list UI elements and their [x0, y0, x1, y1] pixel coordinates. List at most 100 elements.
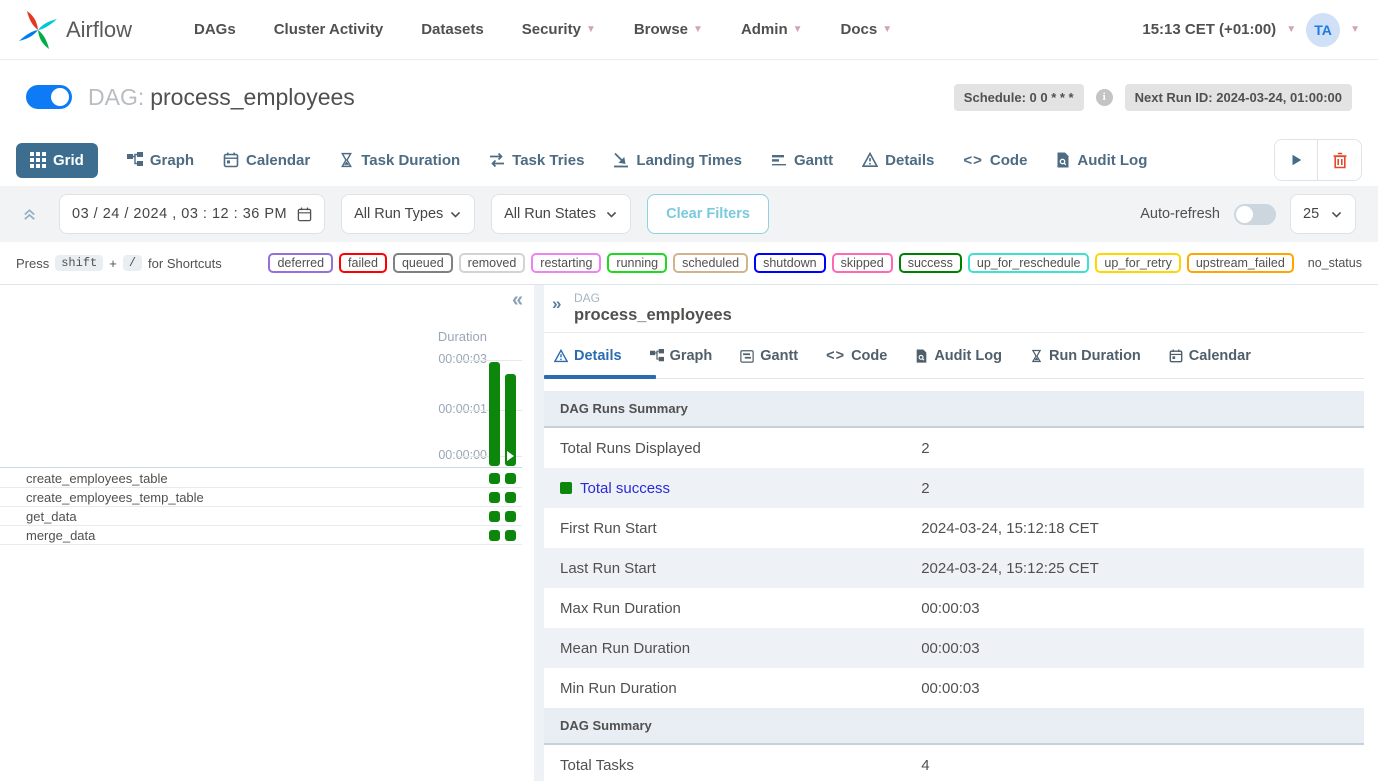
subtab-gantt[interactable]: Gantt [740, 348, 798, 364]
expand-panel-icon[interactable]: » [552, 294, 561, 314]
legend-row: Pressshift+/for Shortcuts deferred faile… [0, 242, 1378, 284]
nav-item-browse[interactable]: Browse▼ [634, 21, 703, 38]
nav-item-dags[interactable]: DAGs [194, 21, 236, 38]
delete-dag-button[interactable] [1318, 140, 1361, 180]
subtab-audit-log[interactable]: Audit Log [915, 348, 1002, 364]
tab-task-duration[interactable]: Task Duration [339, 152, 460, 169]
state-badge-deferred[interactable]: deferred [268, 253, 333, 273]
nav-item-security[interactable]: Security▼ [522, 21, 596, 38]
avatar[interactable]: TA [1306, 13, 1340, 47]
success-swatch [560, 482, 572, 494]
subtab-code[interactable]: <> Code [826, 348, 887, 364]
caret-down-icon: ▼ [882, 24, 892, 35]
state-badge-shutdown[interactable]: shutdown [754, 253, 826, 273]
caret-down-icon[interactable]: ▼ [1350, 24, 1360, 35]
grid-panel: « Duration 00:00:03 00:00:01 00:00:00 cr… [0, 285, 534, 781]
state-badge-removed[interactable]: removed [459, 253, 526, 273]
swap-arrows-icon [489, 152, 505, 168]
state-badge-queued[interactable]: queued [393, 253, 453, 273]
task-name: create_employees_temp_table [26, 490, 204, 505]
task-instance-square[interactable] [489, 511, 500, 522]
dag-pause-toggle[interactable] [26, 85, 72, 109]
play-icon [1289, 153, 1303, 167]
state-badge-skipped[interactable]: skipped [832, 253, 893, 273]
panel-divider[interactable] [534, 285, 544, 781]
task-row-get-data[interactable]: get_data [0, 507, 522, 526]
subtab-run-duration[interactable]: Run Duration [1030, 348, 1141, 364]
caret-down-icon: ▼ [693, 24, 703, 35]
subtab-graph[interactable]: Graph [650, 348, 713, 364]
state-badge-scheduled[interactable]: scheduled [673, 253, 748, 273]
tab-audit-log[interactable]: Audit Log [1056, 152, 1147, 169]
code-icon: <> [826, 348, 845, 364]
total-success-link[interactable]: Total success [580, 480, 670, 497]
table-row: Last Run Start 2024-03-24, 15:12:25 CET [544, 548, 1364, 588]
caret-down-icon[interactable]: ▼ [1286, 24, 1296, 35]
airflow-brand[interactable]: Airflow [18, 10, 132, 50]
auto-refresh-toggle[interactable] [1234, 204, 1276, 225]
collapse-panel-icon[interactable]: « [512, 289, 523, 312]
base-date-input[interactable]: 03 / 24 / 2024 , 03 : 12 : 36 PM [59, 194, 325, 234]
tab-task-tries[interactable]: Task Tries [489, 152, 584, 169]
task-instance-square[interactable] [505, 530, 516, 541]
state-badge-up-for-retry[interactable]: up_for_retry [1095, 253, 1180, 273]
nav-item-docs[interactable]: Docs▼ [841, 21, 893, 38]
run-types-select[interactable]: All Run Types [341, 194, 475, 234]
task-instance-square[interactable] [505, 511, 516, 522]
document-icon [915, 349, 928, 363]
nav-item-cluster-activity[interactable]: Cluster Activity [274, 21, 383, 38]
tab-gantt[interactable]: Gantt [771, 152, 833, 169]
auto-refresh-label: Auto-refresh [1140, 206, 1220, 222]
task-row-create-employees-table[interactable]: create_employees_table [0, 469, 522, 488]
next-run-badge: Next Run ID: 2024-03-24, 01:00:00 [1125, 84, 1352, 111]
table-row: Total success 2 [544, 468, 1364, 508]
info-icon[interactable]: i [1096, 89, 1113, 106]
task-instance-square[interactable] [489, 530, 500, 541]
warning-triangle-icon [554, 349, 568, 363]
table-row: Total Runs Displayed 2 [544, 428, 1364, 468]
table-row: Min Run Duration 00:00:03 [544, 668, 1364, 708]
gantt-icon [740, 349, 754, 363]
state-badge-failed[interactable]: failed [339, 253, 387, 273]
page-size-select[interactable]: 25 [1290, 194, 1356, 234]
slash-key: / [123, 255, 142, 271]
clear-filters-button[interactable]: Clear Filters [647, 194, 769, 234]
nav-item-datasets[interactable]: Datasets [421, 21, 484, 38]
task-row-merge-data[interactable]: merge_data [0, 526, 522, 545]
axis-tick: 00:00:01 [438, 402, 487, 416]
tab-grid[interactable]: Grid [16, 143, 98, 178]
task-instance-square[interactable] [505, 473, 516, 484]
section-header: DAG Runs Summary [544, 391, 1364, 428]
active-tab-underline [544, 375, 656, 379]
state-badge-success[interactable]: success [899, 253, 962, 273]
axis-tick: 00:00:00 [438, 448, 487, 462]
task-row-create-employees-temp-table[interactable]: create_employees_temp_table [0, 488, 522, 507]
schedule-badge[interactable]: Schedule: 0 0 * * * [954, 84, 1084, 111]
section-header: DAG Summary [544, 708, 1364, 745]
nav-item-admin[interactable]: Admin▼ [741, 21, 803, 38]
timezone-clock[interactable]: 15:13 CET (+01:00) [1142, 21, 1276, 38]
tab-graph[interactable]: Graph [127, 152, 194, 169]
tab-calendar[interactable]: Calendar [223, 152, 310, 169]
details-tab-bar: Details Graph Gantt <> Code [544, 333, 1364, 379]
task-instance-square[interactable] [489, 473, 500, 484]
task-instance-square[interactable] [489, 492, 500, 503]
tab-code[interactable]: <> Code [963, 152, 1027, 169]
state-badge-restarting[interactable]: restarting [531, 253, 601, 273]
subtab-details[interactable]: Details [554, 348, 622, 364]
task-instance-square[interactable] [505, 492, 516, 503]
airflow-pinwheel-icon [18, 10, 58, 50]
table-row: Mean Run Duration 00:00:03 [544, 628, 1364, 668]
run-states-select[interactable]: All Run States [491, 194, 631, 234]
trigger-dag-button[interactable] [1275, 140, 1318, 180]
state-badge-up-for-reschedule[interactable]: up_for_reschedule [968, 253, 1090, 273]
task-name: get_data [26, 509, 77, 524]
no-status-label: no_status [1308, 256, 1362, 270]
collapse-filters-icon[interactable] [22, 207, 37, 222]
subtab-calendar[interactable]: Calendar [1169, 348, 1251, 364]
state-badge-upstream-failed[interactable]: upstream_failed [1187, 253, 1294, 273]
tab-landing-times[interactable]: Landing Times [613, 152, 742, 169]
tab-details[interactable]: Details [862, 152, 934, 169]
state-badge-running[interactable]: running [607, 253, 667, 273]
dag-run-bar-1[interactable] [489, 362, 500, 466]
